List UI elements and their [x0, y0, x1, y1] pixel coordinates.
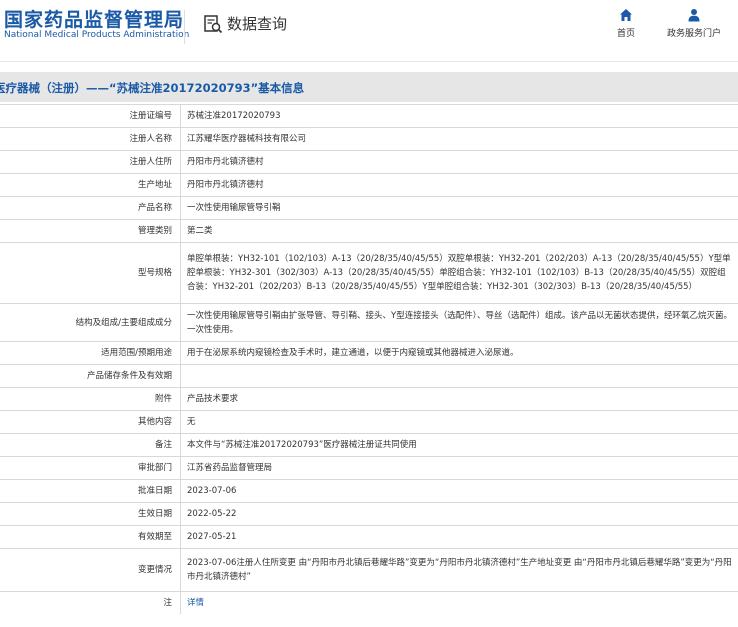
table-row: 管理类别 第二类: [0, 219, 738, 243]
row-value: 苏械注准20172020793: [180, 104, 738, 128]
row-label: 管理类别: [0, 219, 181, 243]
row-value: 无: [180, 410, 738, 434]
row-label: 适用范围/预期用途: [0, 341, 181, 365]
table-row: 型号规格 单腔单根装：YH32-101（102/103）A-13（20/28/35…: [0, 242, 738, 304]
nav-home-label: 首页: [617, 29, 636, 39]
site-logo-en[interactable]: National Medical Products Administration: [4, 30, 189, 40]
row-label: 注册人住所: [0, 150, 181, 174]
table-row: 变更情况 2023-07-06注册人住所变更 由“丹阳市丹北镇后巷耀华路”变更为“…: [0, 548, 738, 592]
row-value: 2023-07-06: [180, 479, 738, 503]
row-value: 2022-05-22: [180, 502, 738, 526]
row-label: 备注: [0, 433, 181, 457]
row-label: 结构及组成/主要组成成分: [0, 303, 181, 342]
row-value: 丹阳市丹北镇济德村: [180, 173, 738, 197]
row-label: 批准日期: [0, 479, 181, 503]
table-row: 注册证编号 苏械注准20172020793: [0, 104, 738, 128]
row-value: 产品技术要求: [180, 387, 738, 411]
nav-service-label: 政务服务门户: [667, 29, 722, 39]
row-label: 产品名称: [0, 196, 181, 220]
table-row: 生产地址 丹阳市丹北镇济德村: [0, 173, 738, 197]
row-label: 有效期至: [0, 525, 181, 549]
row-value: 一次性使用输尿管导引鞘由扩张导管、导引鞘、接头、Y型连接接头（选配件）、导丝（选…: [180, 303, 738, 342]
row-label: 附件: [0, 387, 181, 411]
nav-service-portal[interactable]: 政务服务门户: [667, 8, 721, 39]
table-row: 注册人名称 江苏耀华医疗器械科技有限公司: [0, 127, 738, 151]
row-label: 型号规格: [0, 242, 181, 304]
document-search-icon: [204, 14, 223, 33]
header-divider: [184, 10, 185, 44]
row-label: 产品储存条件及有效期: [0, 364, 181, 388]
home-icon: [620, 9, 632, 21]
user-icon: [688, 9, 700, 22]
data-query-title: 数据查询: [203, 13, 287, 34]
table-row: 结构及组成/主要组成成分 一次性使用输尿管导引鞘由扩张导管、导引鞘、接头、Y型连接…: [0, 303, 738, 342]
row-value: 2023-07-06注册人住所变更 由“丹阳市丹北镇后巷耀华路”变更为“丹阳市丹…: [180, 548, 738, 592]
row-label: 注: [0, 591, 181, 614]
title-bar: 医疗器械（注册）——“苏械注准20172020793”基本信息: [0, 72, 738, 102]
row-label: 变更情况: [0, 548, 181, 592]
table-row: 产品储存条件及有效期: [0, 364, 738, 388]
table-row: 批准日期 2023-07-06: [0, 479, 738, 503]
row-value: 本文件与“苏械注准20172020793”医疗器械注册证共同使用: [180, 433, 738, 457]
row-value: 丹阳市丹北镇济德村: [180, 150, 738, 174]
row-label: 注册证编号: [0, 104, 181, 128]
row-label: 生效日期: [0, 502, 181, 526]
site-header: 国家药品监督管理局 National Medical Products Admi…: [0, 0, 738, 62]
row-label: 注册人名称: [0, 127, 181, 151]
info-table: 注册证编号 苏械注准20172020793 注册人名称 江苏耀华医疗器械科技有限公司…: [0, 104, 738, 614]
data-query-label: 数据查询: [227, 15, 288, 33]
row-value: 一次性使用输尿管导引鞘: [180, 196, 738, 220]
nav-home[interactable]: 首页: [617, 8, 635, 39]
site-logo-cn[interactable]: 国家药品监督管理局: [4, 5, 184, 32]
row-value: 2027-05-21: [180, 525, 738, 549]
header-bottom-border: [0, 61, 738, 62]
row-value: 江苏省药品监督管理局: [180, 456, 738, 480]
page-title: 医疗器械（注册）——“苏械注准20172020793”基本信息: [0, 81, 305, 95]
row-label: 其他内容: [0, 410, 181, 434]
table-row: 有效期至 2027-05-21: [0, 525, 738, 549]
row-value: 单腔单根装：YH32-101（102/103）A-13（20/28/35/40/…: [180, 242, 738, 304]
table-row: 备注 本文件与“苏械注准20172020793”医疗器械注册证共同使用: [0, 433, 738, 457]
detail-link[interactable]: 详情: [187, 598, 204, 608]
row-value: [180, 364, 738, 388]
table-row: 适用范围/预期用途 用于在泌尿系统内窥镜检查及手术时，建立通道，以便于内窥镜或其他…: [0, 341, 738, 365]
table-row: 附件 产品技术要求: [0, 387, 738, 411]
table-row: 注册人住所 丹阳市丹北镇济德村: [0, 150, 738, 174]
row-label: 审批部门: [0, 456, 181, 480]
row-value: 用于在泌尿系统内窥镜检查及手术时，建立通道，以便于内窥镜或其他器械进入泌尿道。: [180, 341, 738, 365]
row-value: 第二类: [180, 219, 738, 243]
row-value: 江苏耀华医疗器械科技有限公司: [180, 127, 738, 151]
table-row: 注详情: [0, 591, 738, 614]
table-row: 审批部门 江苏省药品监督管理局: [0, 456, 738, 480]
table-row: 产品名称 一次性使用输尿管导引鞘: [0, 196, 738, 220]
table-row: 其他内容无: [0, 410, 738, 434]
table-row: 生效日期 2022-05-22: [0, 502, 738, 526]
row-label: 生产地址: [0, 173, 181, 197]
